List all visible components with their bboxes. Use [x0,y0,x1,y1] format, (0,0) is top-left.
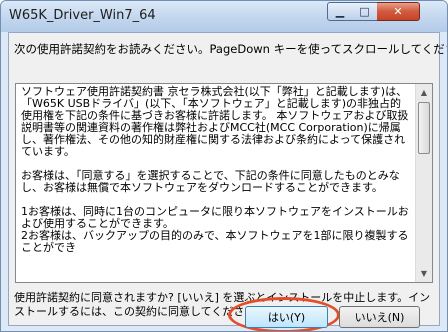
no-button[interactable]: いいえ(N) [339,306,420,328]
instruction-text: 次の使用許諾契約をお読みください。PageDown キーを使ってスクロールしてく… [14,42,448,56]
license-agreement-box[interactable]: ソフトウェア使用許諾契約書 京セラ株式会社(以下「弊社」と記載します)は、「W6… [15,83,433,283]
installer-window: W65K_Driver_Win7_64 ▁ □ ✕ 次の使用許諾契約をお読みくだ… [0,0,448,332]
license-paragraph-3: 1お客様は、同時に1台のコンピュータに限り本ソフトウェアをインストールおよび使用… [21,205,409,230]
license-paragraph-1: ソフトウェア使用許諾契約書 京セラ株式会社(以下「弊社」と記載します)は、「W6… [21,85,409,158]
license-paragraph-4: 2お客様は、バックアップの目的のみで、本ソフトウェアを1部に限り複製することがで… [21,229,409,254]
scroll-down-icon[interactable]: ▼ [416,265,432,282]
scroll-thumb[interactable] [418,102,430,154]
close-button[interactable]: ✕ [377,2,420,21]
minimize-button[interactable]: ▁ [327,2,353,21]
dialog-body: 次の使用許諾契約をお読みください。PageDown キーを使ってスクロールしてく… [8,32,447,331]
yes-button[interactable]: はい(Y) [245,306,328,328]
window-title: W65K_Driver_Win7_64 [9,8,156,23]
license-paragraph-2: お客様は、「同意する」を選択することで、下記の条件に同意したものとみなし、お客様… [21,169,400,194]
title-bar[interactable]: W65K_Driver_Win7_64 ▁ □ ✕ [1,1,447,32]
scroll-up-icon[interactable]: ▲ [416,84,432,101]
license-scrollbar[interactable]: ▲ ▼ [415,84,432,282]
maximize-button[interactable]: □ [352,2,378,21]
license-text: ソフトウェア使用許諾契約書 京セラ株式会社(以下「弊社」と記載します)は、「W6… [21,86,409,254]
